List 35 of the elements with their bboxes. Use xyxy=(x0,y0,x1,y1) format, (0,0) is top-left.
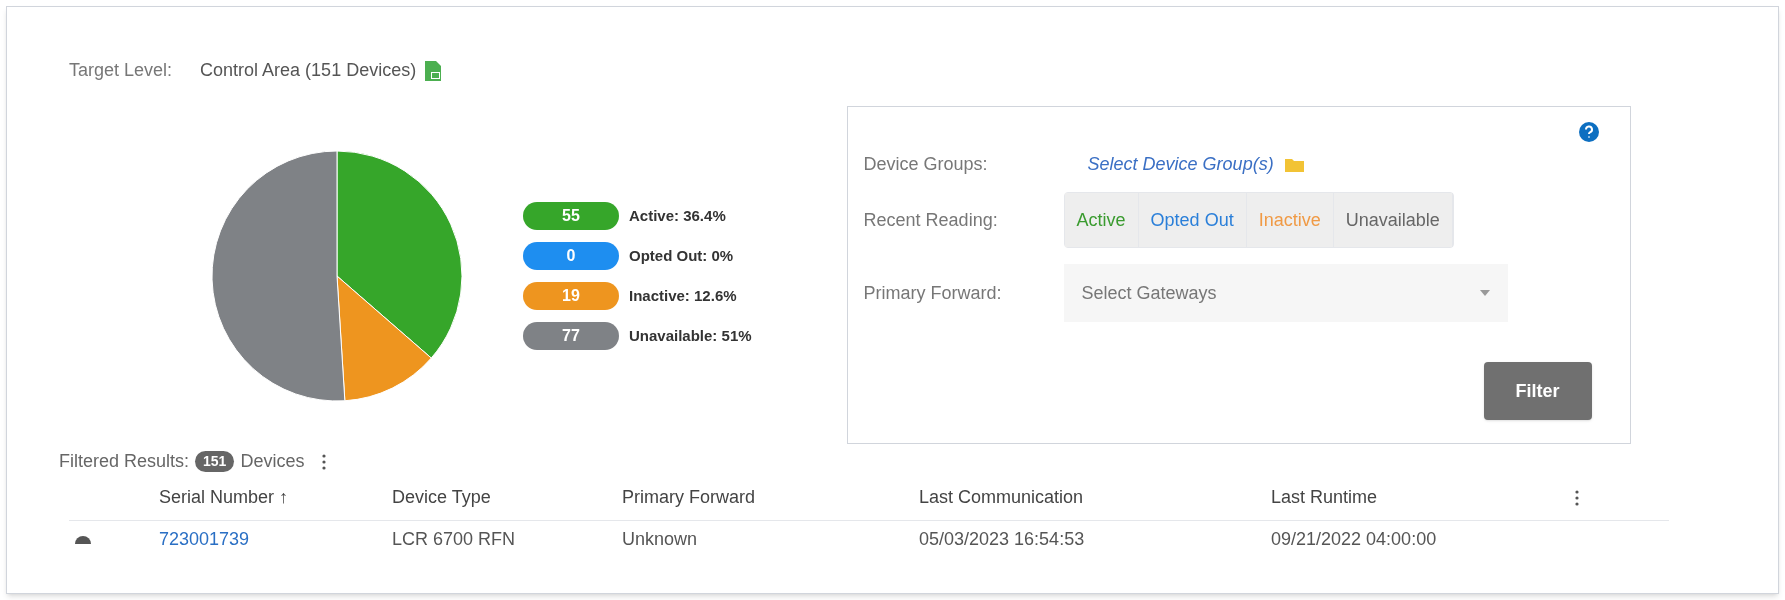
legend-label: Active: 36.4% xyxy=(629,205,726,226)
field-label: Device Groups: xyxy=(863,153,989,176)
column-header[interactable]: Last Runtime xyxy=(1271,487,1378,507)
count-badge: 55 xyxy=(523,202,619,230)
serial-number-link[interactable]: 723001739 xyxy=(159,528,250,549)
field-label: Recent Reading: xyxy=(863,208,999,232)
count-badge: 151 xyxy=(195,451,235,472)
filtered-results-label: Filtered Results: xyxy=(59,450,190,473)
count-badge: 77 xyxy=(523,322,619,350)
select-device-groups-link[interactable]: Select Device Group(s) xyxy=(1087,151,1274,178)
column-header[interactable]: Device Type xyxy=(392,487,491,507)
column-header[interactable]: Serial Number ↑ xyxy=(159,487,289,507)
devices-label: Devices xyxy=(240,450,305,473)
gateways-dropdown[interactable]: Select Gateways xyxy=(1063,264,1508,322)
target-level-label: Target Level: xyxy=(69,59,173,82)
column-header[interactable]: Last Communication xyxy=(919,487,1084,507)
legend-label: Opted Out: 0% xyxy=(629,245,734,266)
legend-label: Unavailable: 51% xyxy=(629,325,752,346)
caret-icon xyxy=(1479,290,1490,296)
table-cell: 05/03/2023 16:54:53 xyxy=(919,528,1085,549)
more-options-icon[interactable] xyxy=(1575,489,1579,506)
column-header[interactable]: Primary Forward xyxy=(622,487,755,507)
legend-label: Inactive: 12.6% xyxy=(629,285,737,306)
more-options-icon[interactable] xyxy=(322,453,327,470)
table-cell: Unknown xyxy=(622,528,698,549)
table-cell: 09/21/2022 04:00:00 xyxy=(1271,528,1437,549)
table-cell: LCR 6700 RFN xyxy=(392,528,516,549)
help-icon[interactable] xyxy=(1577,121,1600,143)
count-badge: 19 xyxy=(523,282,619,310)
target-level-value: Control Area (151 Devices) xyxy=(200,59,417,82)
filter-button[interactable]: Filter xyxy=(1483,362,1592,420)
field-label: Primary Forward: xyxy=(863,281,1003,305)
spreadsheet-icon[interactable] xyxy=(424,59,443,82)
count-badge: 0 xyxy=(523,242,619,270)
reading-toggle[interactable]: Active xyxy=(1064,193,1139,247)
